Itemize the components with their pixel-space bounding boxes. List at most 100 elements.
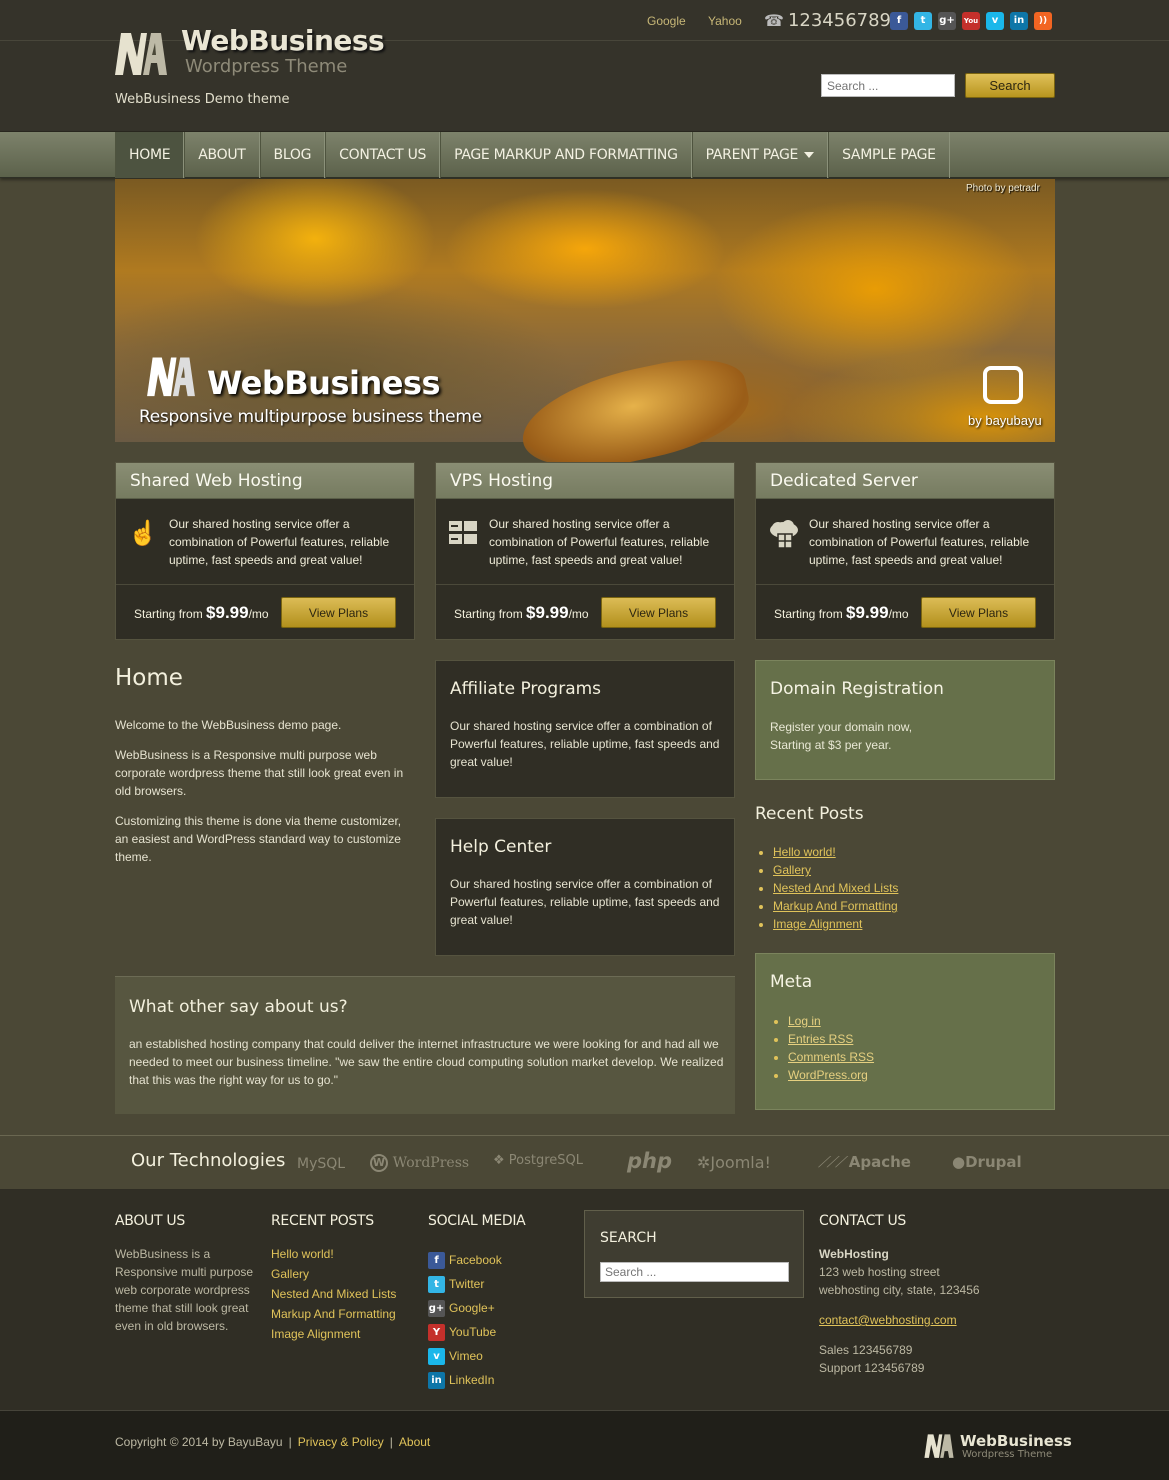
footer-about-title: ABOUT US — [115, 1213, 185, 1229]
nav-item-home[interactable]: HOME — [115, 132, 185, 178]
footer-search-input[interactable] — [600, 1262, 789, 1282]
header-search-button[interactable]: Search — [965, 73, 1055, 98]
affiliate-text: Our shared hosting service offer a combi… — [450, 719, 720, 769]
about-link[interactable]: About — [399, 1435, 430, 1449]
footer-recent-link[interactable]: Gallery — [271, 1264, 396, 1284]
meta-link[interactable]: Entries RSS — [788, 1032, 853, 1046]
logo-title[interactable]: WebBusiness — [181, 24, 385, 57]
nav-item-sample-page[interactable]: SAMPLE PAGE — [828, 132, 950, 178]
vimeo-icon[interactable]: v — [986, 12, 1004, 30]
contact-address: webhosting city, state, 123456 — [819, 1283, 980, 1297]
footer-recent-link[interactable]: Image Alignment — [271, 1324, 396, 1344]
footer-search-box: SEARCH — [584, 1210, 804, 1298]
feather-icon: ⟋⟋⟋ — [818, 1153, 845, 1171]
footer-social-label: LinkedIn — [449, 1373, 495, 1387]
footer-social-youtube[interactable]: Y YouTube — [428, 1320, 502, 1344]
footer-social-linkedin[interactable]: in LinkedIn — [428, 1368, 502, 1392]
top-link-yahoo[interactable]: Yahoo — [708, 14, 742, 28]
server-icon — [448, 519, 478, 549]
list-item: Markup And Formatting — [773, 897, 898, 915]
plan-price-value: $9.99 — [206, 603, 249, 622]
top-link-google[interactable]: Google — [647, 14, 686, 28]
logo-subtitle: Wordpress Theme — [185, 56, 348, 77]
plan-card-dedicated: Dedicated Server Our shared hosting serv… — [755, 462, 1055, 640]
contact-support: Support 123456789 — [819, 1361, 925, 1375]
linkedin-icon: in — [428, 1371, 445, 1389]
footer-recent-link[interactable]: Hello world! — [271, 1244, 396, 1264]
plan-price: Starting from $9.99/mo — [774, 603, 909, 623]
phone-number: 123456789 — [787, 10, 892, 31]
plan-card-vps: VPS Hosting Our shared hosting service o… — [435, 462, 735, 640]
recent-post-link[interactable]: Markup And Formatting — [773, 899, 898, 913]
nav-item-blog[interactable]: BLOG — [259, 132, 326, 178]
view-plans-button[interactable]: View Plans — [921, 597, 1036, 628]
footer-recent-link[interactable]: Markup And Formatting — [271, 1304, 396, 1324]
linkedin-icon[interactable]: in — [1010, 12, 1028, 30]
privacy-policy-link[interactable]: Privacy & Policy — [298, 1435, 384, 1449]
meta-link[interactable]: WordPress.org — [788, 1068, 868, 1082]
footer-social-twitter[interactable]: t Twitter — [428, 1272, 502, 1296]
footer-social-vimeo[interactable]: v Vimeo — [428, 1344, 502, 1368]
plan-title: Shared Web Hosting — [116, 463, 414, 499]
meta-link[interactable]: Comments RSS — [788, 1050, 874, 1064]
recent-post-link[interactable]: Hello world! — [773, 845, 836, 859]
nav-item-contact-us[interactable]: CONTACT US — [325, 132, 441, 178]
domain-text: Register your domain now, Starting at $3 … — [770, 718, 912, 754]
plan-price-prefix: Starting from — [134, 607, 203, 621]
hero-photo-credit: Photo by petradr — [966, 183, 1040, 194]
facebook-icon[interactable]: f — [890, 12, 908, 30]
rss-icon[interactable]: )) — [1034, 12, 1052, 30]
recent-post-link[interactable]: Nested And Mixed Lists — [773, 881, 898, 895]
joomla-label: Joomla! — [710, 1153, 771, 1172]
footer-contact-info: WebHosting 123 web hosting street webhos… — [819, 1245, 1039, 1377]
plan-price-unit: /mo — [248, 607, 269, 621]
footer-contact-title: CONTACT US — [819, 1213, 906, 1229]
twitter-icon[interactable]: t — [914, 12, 932, 30]
main-nav: HOME ABOUT BLOG CONTACT US PAGE MARKUP A… — [115, 132, 950, 178]
domain-line: Starting at $3 per year. — [770, 738, 892, 752]
meta-link[interactable]: Log in — [788, 1014, 821, 1028]
plan-description: Our shared hosting service offer a combi… — [169, 517, 390, 567]
help-center-text: Our shared hosting service offer a combi… — [450, 877, 720, 927]
view-plans-button[interactable]: View Plans — [281, 597, 396, 628]
list-item: Log in — [788, 1012, 874, 1030]
footer-social-facebook[interactable]: f Facebook — [428, 1248, 502, 1272]
googleplus-icon[interactable]: g+ — [938, 12, 956, 30]
help-center-title: Help Center — [450, 837, 552, 857]
view-plans-button[interactable]: View Plans — [601, 597, 716, 628]
hero-logo-mark-icon — [147, 357, 195, 397]
mysql-logo: MySQL — [297, 1156, 346, 1172]
footer-logo-title: WebBusiness — [960, 1432, 1072, 1450]
facebook-icon: f — [428, 1251, 445, 1269]
testimonial-text: an established hosting company that coul… — [129, 1037, 724, 1087]
contact-email-link[interactable]: contact@webhosting.com — [819, 1313, 957, 1327]
nav-item-parent-page[interactable]: PARENT PAGE — [691, 132, 829, 178]
nav-item-about[interactable]: ABOUT — [184, 132, 260, 178]
googleplus-icon: g+ — [428, 1299, 445, 1317]
affiliate-title: Affiliate Programs — [450, 679, 602, 699]
drupal-logo: ●Drupal — [952, 1153, 1022, 1171]
nav-item-page-markup[interactable]: PAGE MARKUP AND FORMATTING — [440, 132, 692, 178]
header-search-input[interactable] — [821, 74, 955, 97]
footer-recent-link[interactable]: Nested And Mixed Lists — [271, 1284, 396, 1304]
contact-sales: Sales 123456789 — [819, 1343, 913, 1357]
nav-item-label: PARENT PAGE — [705, 147, 799, 163]
elephant-icon: ❖ — [493, 1153, 505, 1168]
plan-footer: Starting from $9.99/mo View Plans — [116, 584, 414, 640]
drupal-icon: ● — [952, 1153, 966, 1171]
nav-item-label: BLOG — [273, 147, 312, 163]
contact-address: 123 web hosting street — [819, 1265, 940, 1279]
footer-social-list: f Facebook t Twitter g+ Google+ Y YouTube vV… — [428, 1248, 502, 1392]
footer-recent-title: RECENT POSTS — [271, 1213, 374, 1229]
recent-post-link[interactable]: Image Alignment — [773, 917, 862, 931]
drupal-label: Drupal — [965, 1153, 1022, 1171]
recent-post-link[interactable]: Gallery — [773, 863, 811, 877]
wordpress-icon: W — [370, 1153, 388, 1172]
youtube-icon[interactable]: You — [962, 12, 980, 30]
meta-title: Meta — [770, 972, 813, 992]
footer-social-googleplus[interactable]: g+ Google+ — [428, 1296, 502, 1320]
list-item: Hello world! — [773, 843, 898, 861]
footer-logo-mark-icon — [924, 1434, 954, 1458]
meta-box: Meta Log in Entries RSS Comments RSS Wor… — [755, 953, 1055, 1110]
logo-mark-icon[interactable] — [113, 27, 169, 77]
